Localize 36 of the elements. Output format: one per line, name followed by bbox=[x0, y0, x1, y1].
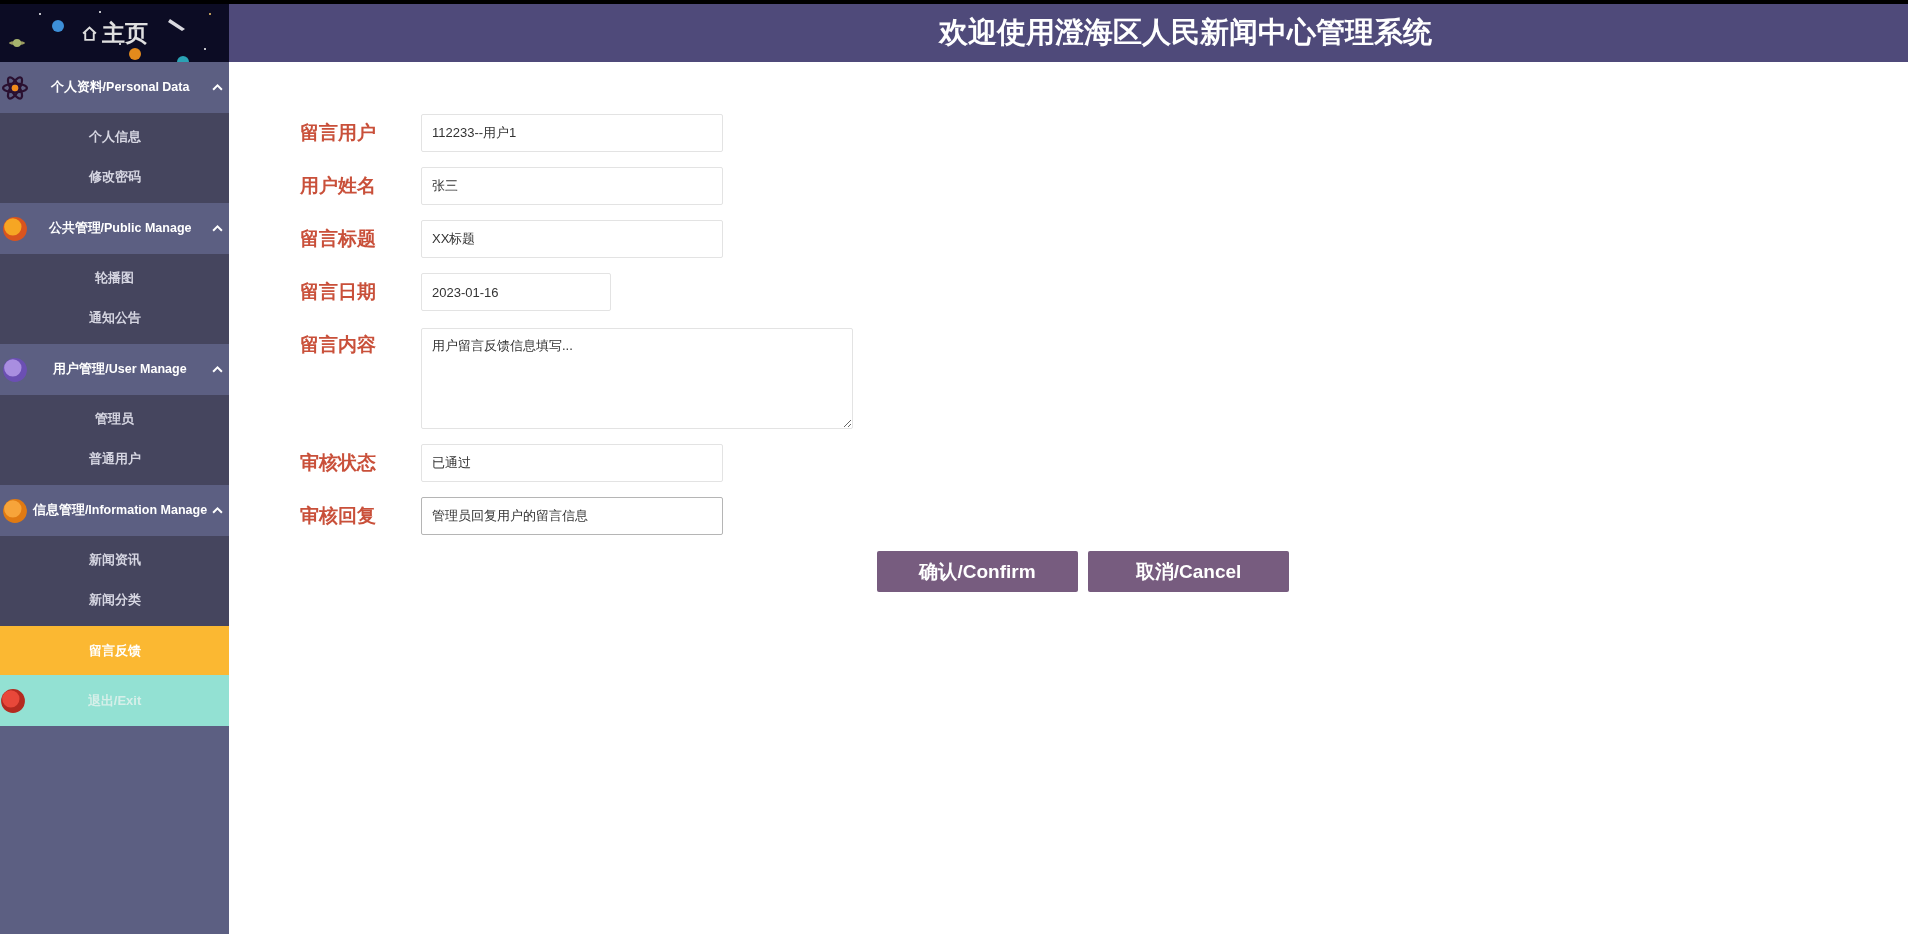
field-label: 留言标题 bbox=[300, 227, 377, 251]
caret-icon bbox=[212, 506, 223, 515]
planet-icon bbox=[2, 356, 28, 383]
planet-icon bbox=[2, 497, 28, 524]
input-field[interactable]: 张三 bbox=[421, 167, 723, 205]
submenu-item[interactable]: 通知公告 bbox=[0, 298, 229, 338]
field-label: 审核回复 bbox=[300, 504, 377, 528]
field-label: 留言内容 bbox=[300, 333, 377, 357]
planet-icon bbox=[2, 215, 28, 242]
input-field[interactable]: 112233--用户1 bbox=[421, 114, 723, 152]
confirm-button[interactable]: 确认/Confirm bbox=[877, 551, 1078, 592]
caret-icon bbox=[212, 83, 223, 92]
home-link[interactable]: 主页 bbox=[102, 17, 148, 49]
submenu-item[interactable]: 修改密码 bbox=[0, 157, 229, 197]
field-label: 用户姓名 bbox=[300, 174, 377, 198]
cancel-button[interactable]: 取消/Cancel bbox=[1088, 551, 1289, 592]
submenu-item[interactable]: 普通用户 bbox=[0, 439, 229, 479]
submenu-item[interactable]: 新闻分类 bbox=[0, 580, 229, 620]
submenu-item[interactable]: 管理员 bbox=[0, 399, 229, 439]
planet-icon bbox=[0, 687, 26, 714]
content-textarea[interactable]: 用户留言反馈信息填写... bbox=[421, 328, 853, 429]
input-field[interactable]: XX标题 bbox=[421, 220, 723, 258]
home-icon[interactable] bbox=[81, 24, 98, 42]
page-title: 欢迎使用澄海区人民新闻中心管理系统 bbox=[939, 15, 1432, 50]
atom-icon bbox=[2, 74, 28, 101]
field-label: 留言日期 bbox=[300, 280, 377, 304]
input-field[interactable]: 已通过 bbox=[421, 444, 723, 482]
date-field[interactable]: 2023-01-16 bbox=[421, 273, 611, 311]
submenu-item[interactable]: 个人信息 bbox=[0, 117, 229, 157]
input-field[interactable]: 管理员回复用户的留言信息 bbox=[421, 497, 723, 535]
submenu-item[interactable]: 轮播图 bbox=[0, 258, 229, 298]
caret-icon bbox=[212, 365, 223, 374]
field-label: 留言用户 bbox=[300, 121, 377, 145]
caret-icon bbox=[212, 224, 223, 233]
submenu-item[interactable]: 新闻资讯 bbox=[0, 540, 229, 580]
field-label: 审核状态 bbox=[300, 451, 377, 475]
